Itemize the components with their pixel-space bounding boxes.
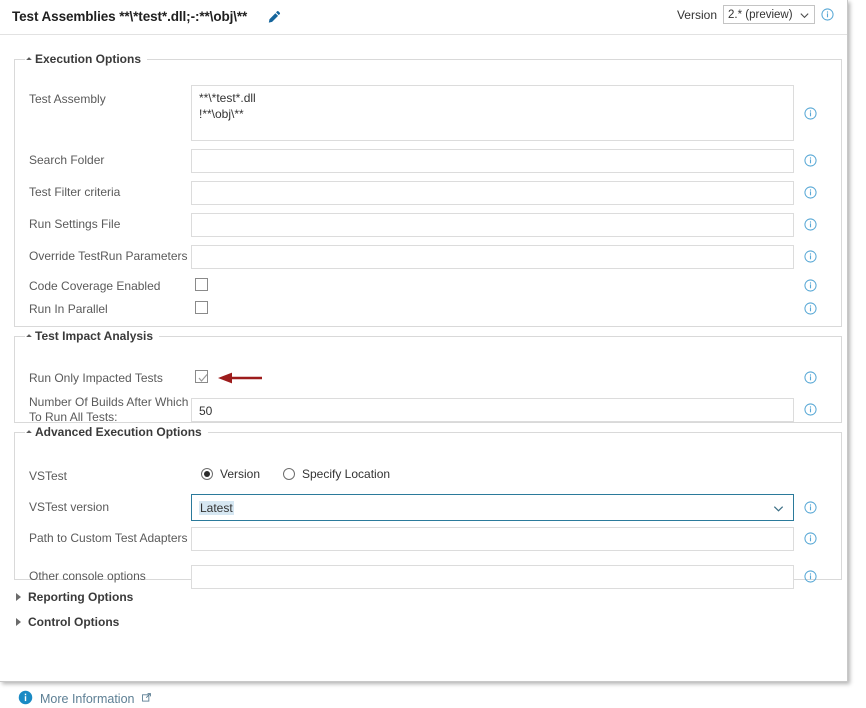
radio-vstest-version[interactable]: Version — [201, 467, 260, 481]
select-vstest-version[interactable]: Latest — [191, 494, 794, 521]
version-selector-group: Version 2.* (preview) — [677, 5, 834, 24]
annotation-arrow-red — [218, 372, 262, 387]
page-title: Test Assemblies **\*test*.dll;-:**\obj\*… — [12, 9, 248, 24]
label-vstest-version: VSTest version — [29, 500, 110, 514]
input-test-assembly[interactable]: **\*test*.dll !**\obj\** — [191, 85, 794, 141]
section-control-options-title: Control Options — [28, 615, 120, 629]
checkbox-run-only-impacted-tests[interactable] — [195, 370, 208, 383]
checkmark-icon — [198, 372, 208, 386]
section-execution-options-legend[interactable]: Execution Options — [25, 52, 147, 66]
task-editor-page: Test Assemblies **\*test*.dll;-:**\obj\*… — [0, 0, 848, 706]
input-other-console-options[interactable] — [191, 565, 794, 589]
info-icon-test-filter-criteria[interactable] — [804, 186, 817, 199]
section-control-options[interactable]: Control Options — [16, 615, 119, 629]
checkbox-code-coverage-enabled[interactable] — [195, 278, 208, 291]
section-advanced-execution-options-legend[interactable]: Advanced Execution Options — [25, 425, 208, 439]
version-select[interactable]: 2.* (preview) — [723, 5, 815, 24]
info-icon-run-settings-file[interactable] — [804, 218, 817, 231]
input-number-of-builds[interactable]: 50 — [191, 398, 794, 422]
input-path-custom-test-adapters[interactable] — [191, 527, 794, 551]
label-run-settings-file: Run Settings File — [29, 217, 121, 231]
info-icon-run-only-impacted-tests[interactable] — [804, 371, 817, 384]
label-search-folder: Search Folder — [29, 153, 105, 167]
external-link-icon — [142, 693, 152, 705]
triangle-expanded-icon — [26, 57, 32, 63]
input-test-filter-criteria[interactable] — [191, 181, 794, 205]
label-test-assembly: Test Assembly — [29, 92, 106, 106]
section-test-impact-analysis-title: Test Impact Analysis — [35, 329, 154, 343]
label-vstest: VSTest — [29, 469, 68, 483]
info-icon-vstest-version[interactable] — [804, 501, 817, 514]
version-info-icon[interactable] — [821, 8, 834, 21]
pencil-icon[interactable] — [266, 10, 281, 25]
label-run-only-impacted-tests: Run Only Impacted Tests — [29, 371, 163, 385]
radio-button-icon — [201, 468, 213, 480]
chevron-down-icon — [799, 10, 810, 24]
triangle-expanded-icon — [26, 334, 32, 340]
checkbox-run-in-parallel[interactable] — [195, 301, 208, 314]
radio-vstest-specify-location-label: Specify Location — [302, 467, 391, 481]
info-icon-number-of-builds[interactable] — [804, 403, 817, 416]
version-select-value: 2.* (preview) — [728, 8, 793, 21]
info-icon-path-custom-test-adapters[interactable] — [804, 532, 817, 545]
section-reporting-options[interactable]: Reporting Options — [16, 590, 133, 604]
label-other-console-options: Other console options — [29, 569, 146, 583]
version-label: Version — [676, 7, 717, 22]
info-icon-run-in-parallel[interactable] — [804, 302, 817, 315]
section-reporting-options-title: Reporting Options — [28, 590, 134, 604]
info-icon-override-testrun-parameters[interactable] — [804, 250, 817, 263]
input-search-folder[interactable] — [191, 149, 794, 173]
chevron-down-icon — [772, 502, 785, 519]
label-code-coverage-enabled: Code Coverage Enabled — [29, 279, 161, 293]
section-test-impact-analysis: Test Impact Analysis Run Only Impacted T… — [14, 329, 842, 424]
label-run-in-parallel: Run In Parallel — [29, 302, 108, 316]
triangle-collapsed-icon — [16, 618, 21, 626]
section-advanced-execution-options-title: Advanced Execution Options — [35, 425, 202, 439]
info-icon-other-console-options[interactable] — [804, 570, 817, 583]
label-test-filter-criteria: Test Filter criteria — [29, 185, 121, 199]
section-execution-options: Execution Options Test Assembly **\*test… — [14, 52, 842, 327]
section-execution-options-title: Execution Options — [35, 52, 142, 66]
titlebar: Test Assemblies **\*test*.dll;-:**\obj\*… — [0, 0, 847, 35]
more-information-label: More Information — [40, 692, 135, 706]
input-override-testrun-parameters[interactable] — [191, 245, 794, 269]
section-advanced-execution-options: Advanced Execution Options VSTest Versio… — [14, 425, 842, 589]
info-filled-icon — [18, 690, 33, 708]
more-information-link[interactable]: More Information — [18, 690, 152, 708]
input-run-settings-file[interactable] — [191, 213, 794, 237]
info-icon-search-folder[interactable] — [804, 154, 817, 167]
select-vstest-version-value: Latest — [199, 501, 234, 515]
label-path-custom-test-adapters: Path to Custom Test Adapters — [29, 531, 188, 545]
label-number-of-builds: Number Of Builds After Which To Run All … — [29, 395, 189, 424]
section-test-impact-analysis-legend[interactable]: Test Impact Analysis — [25, 329, 159, 343]
radio-vstest-specify-location[interactable]: Specify Location — [283, 467, 390, 481]
triangle-expanded-icon — [26, 430, 32, 436]
label-override-testrun-parameters: Override TestRun Parameters — [29, 249, 188, 263]
info-icon-code-coverage-enabled[interactable] — [804, 279, 817, 292]
info-icon-test-assembly[interactable] — [804, 107, 817, 120]
radio-vstest-version-label: Version — [220, 467, 261, 481]
triangle-collapsed-icon — [16, 593, 21, 601]
radio-button-icon — [283, 468, 295, 480]
